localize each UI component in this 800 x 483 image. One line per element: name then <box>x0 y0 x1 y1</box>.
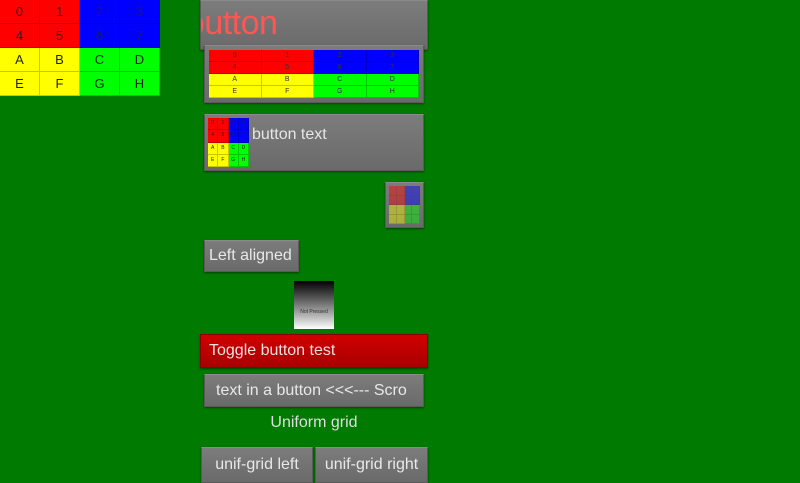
grid-cell: B <box>261 74 314 86</box>
grid-cell: 2 <box>314 50 367 62</box>
color-grid-thumbnail <box>389 186 420 224</box>
grid-cell <box>412 195 420 205</box>
unif-grid-right-button[interactable]: unif-grid right <box>315 447 428 483</box>
grid-cell: F <box>40 72 80 96</box>
grid-cell <box>396 205 405 215</box>
grid-cell: 4 <box>0 24 40 48</box>
grid-cell: 7 <box>366 62 419 74</box>
grid-cell: 2 <box>80 0 120 24</box>
grid-cell: E <box>209 86 262 98</box>
grid-cell: 5 <box>261 62 314 74</box>
grid-cell: D <box>238 142 249 155</box>
grid-cell: 6 <box>314 62 367 74</box>
grid-cell: 4 <box>209 62 262 74</box>
grid-cell <box>412 214 420 224</box>
grid-cell <box>389 205 397 215</box>
grid-cell <box>396 186 405 196</box>
grid-cell: 3 <box>120 0 160 24</box>
grid-cell <box>412 205 420 215</box>
grid-cell: H <box>120 72 160 96</box>
grid-cell: E <box>208 154 219 167</box>
grid-cell <box>404 214 413 224</box>
grid-cell <box>404 186 413 196</box>
toggle-button[interactable]: Toggle button test <box>200 334 428 368</box>
color-grid-image: 0 1 2 3 4 5 6 7 A B C D E F G H <box>209 50 419 98</box>
grid-cell: F <box>261 86 314 98</box>
grid-cell <box>396 195 405 205</box>
grid-cell: H <box>238 154 249 167</box>
image-only-button-label: nly button <box>201 4 278 42</box>
uniform-grid-title: Uniform grid <box>270 414 358 431</box>
image-text-button[interactable]: 0 1 2 3 4 5 6 7 A B C D E F G H button t… <box>204 114 424 171</box>
grid-cell: G <box>314 86 367 98</box>
grid-cell: 4 <box>208 130 219 143</box>
grid-cell <box>396 214 405 224</box>
grid-cell: H <box>366 86 419 98</box>
grid-cell: A <box>208 142 219 155</box>
image-text-button-label: button text <box>252 126 327 143</box>
grid-cell: 3 <box>366 50 419 62</box>
grid-cell: 0 <box>0 0 40 24</box>
grid-cell: 0 <box>208 118 219 131</box>
grid-cell: A <box>0 48 40 72</box>
grid-cell: 2 <box>228 118 239 131</box>
grid-cell: B <box>218 142 229 155</box>
grid-cell: 5 <box>218 130 229 143</box>
grid-cell <box>404 205 413 215</box>
grid-cell: C <box>228 142 239 155</box>
grid-cell <box>412 186 420 196</box>
grid-cell <box>389 214 397 224</box>
grid-cell: F <box>218 154 229 167</box>
grid-cell: D <box>120 48 160 72</box>
grid-cell: 1 <box>218 118 229 131</box>
grid-cell: 1 <box>261 50 314 62</box>
grid-cell <box>389 186 397 196</box>
grid-cell <box>389 195 397 205</box>
color-grid-image: 0 1 2 3 4 5 6 7 A B C D E F G H <box>0 0 160 96</box>
grid-cell: 7 <box>238 130 249 143</box>
grid-cell: B <box>40 48 80 72</box>
grid-cell: D <box>366 74 419 86</box>
grid-cell: A <box>209 74 262 86</box>
grid-cell <box>404 195 413 205</box>
grid-image-button[interactable]: 0 1 2 3 4 5 6 7 A B C D E F G H <box>204 45 424 103</box>
grid-cell: C <box>314 74 367 86</box>
grid-cell: E <box>0 72 40 96</box>
grid-cell: G <box>80 72 120 96</box>
grid-cell: 1 <box>40 0 80 24</box>
left-aligned-button[interactable]: Left aligned <box>204 240 299 272</box>
scroll-text-button[interactable]: text in a button <<<--- Scro <box>204 374 424 407</box>
grid-cell: 7 <box>120 24 160 48</box>
grid-cell: G <box>228 154 239 167</box>
grid-cell: 6 <box>228 130 239 143</box>
unif-grid-left-button[interactable]: unif-grid left <box>201 447 313 483</box>
not-pressed-button[interactable]: Not Pressed <box>294 281 334 329</box>
grid-cell: 5 <box>40 24 80 48</box>
grid-cell: 6 <box>80 24 120 48</box>
small-image-button[interactable] <box>385 182 424 228</box>
grid-cell: C <box>80 48 120 72</box>
image-only-button[interactable]: nly button <box>200 0 428 50</box>
grid-cell: 0 <box>209 50 262 62</box>
grid-cell: 3 <box>238 118 249 131</box>
not-pressed-label: Not Pressed <box>300 309 328 315</box>
color-grid-thumbnail: 0 1 2 3 4 5 6 7 A B C D E F G H <box>208 118 249 167</box>
